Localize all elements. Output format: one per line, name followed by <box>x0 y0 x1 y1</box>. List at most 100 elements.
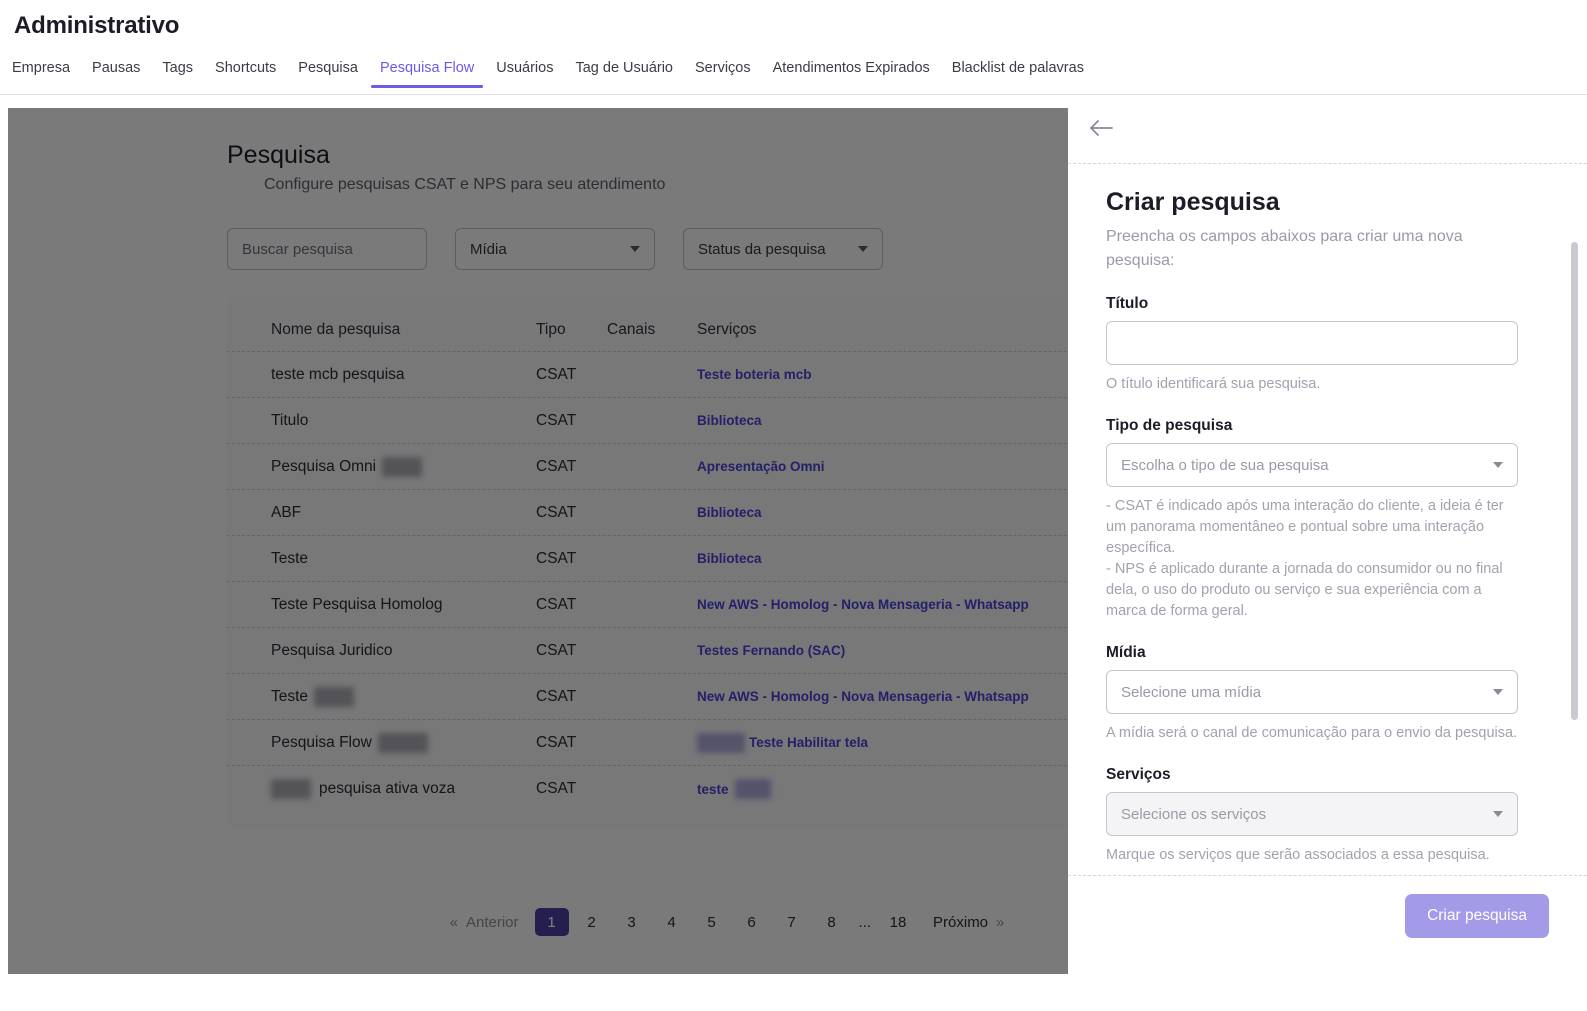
tab-pesquisa-flow[interactable]: Pesquisa Flow <box>369 60 485 88</box>
table-row[interactable]: Titulo CSAT Biblioteca <box>227 398 1068 444</box>
pagination-page-8[interactable]: 8 <box>815 908 849 936</box>
cell-text: Testes Fernando (SAC) <box>697 643 846 658</box>
cell-text: teste mcb pesquisa <box>271 365 405 383</box>
criar-pesquisa-button[interactable]: Criar pesquisa <box>1405 894 1549 938</box>
table-row[interactable]: Teste CSAT Biblioteca <box>227 536 1068 582</box>
table-row[interactable]: Teste CSAT New AWS - Homolog - Nova Mensag… <box>227 674 1068 720</box>
main-tab-bar: Empresa Pausas Tags Shortcuts Pesquisa Pesqui… <box>12 60 1095 88</box>
redacted-text-block <box>314 686 355 707</box>
back-arrow-icon[interactable] <box>1088 117 1114 139</box>
cell-nome-da-pesquisa: Teste Pesquisa Homolog <box>271 596 536 614</box>
redacted-text-block <box>271 779 311 799</box>
cell-nome-da-pesquisa: Teste <box>271 550 536 568</box>
tab-servi-os[interactable]: Serviços <box>684 60 762 88</box>
tab-pausas[interactable]: Pausas <box>81 60 151 88</box>
pagination-page-4[interactable]: 4 <box>655 908 689 936</box>
cell-nome-da-pesquisa: Teste <box>271 686 536 707</box>
cell-servicos[interactable]: Teste boteria mcb <box>697 367 1068 382</box>
pagination-next-chevron-icon[interactable]: » <box>994 914 1006 931</box>
table-row[interactable]: teste mcb pesquisa CSAT Teste boteria mcb <box>227 352 1068 398</box>
filter-bar: Buscar pesquisa Mídia Status da pesquisa <box>227 228 883 270</box>
table-header-row: Nome da pesquisa Tipo Canais Serviços <box>227 308 1068 352</box>
drawer-scrollbar[interactable] <box>1571 242 1578 720</box>
status-filter-select[interactable]: Status da pesquisa <box>683 228 883 270</box>
cell-servicos[interactable]: Biblioteca <box>697 505 1068 520</box>
tab-blacklist-de-palavras[interactable]: Blacklist de palavras <box>941 60 1095 88</box>
cell-nome-da-pesquisa: Titulo <box>271 412 536 430</box>
cell-text: pesquisa ativa voza <box>319 780 456 797</box>
pagination-page-5[interactable]: 5 <box>695 908 729 936</box>
cell-servicos[interactable]: New AWS - Homolog - Nova Mensageria - Wh… <box>697 597 1068 612</box>
chevron-down-icon <box>630 246 640 252</box>
titulo-input[interactable] <box>1106 321 1518 365</box>
cell-servicos[interactable]: Teste Habilitar tela <box>697 732 1068 753</box>
servicos-placeholder: Selecione os serviços <box>1121 805 1267 823</box>
survey-list-page: Pesquisa Configure pesquisas CSAT e NPS … <box>8 108 1068 974</box>
pagination-page-1[interactable]: 1 <box>534 908 569 936</box>
cell-servicos[interactable]: teste <box>697 779 1068 799</box>
tab-tags[interactable]: Tags <box>151 60 204 88</box>
pagination-page-3[interactable]: 3 <box>615 908 649 936</box>
midia-select[interactable]: Selecione uma mídia <box>1106 670 1518 714</box>
tab-empresa[interactable]: Empresa <box>12 60 81 88</box>
cell-servicos[interactable]: New AWS - Homolog - Nova Mensageria - Wh… <box>697 689 1068 704</box>
pagination-ellipsis: ... <box>858 913 872 931</box>
cell-nome-da-pesquisa: pesquisa ativa voza <box>271 779 536 799</box>
tab-pesquisa[interactable]: Pesquisa <box>287 60 369 88</box>
search-placeholder-text: Buscar pesquisa <box>242 240 353 258</box>
cell-text: Pesquisa Omni <box>271 457 377 475</box>
pagination-page-last[interactable]: 18 <box>881 908 915 936</box>
servicos-select[interactable]: Selecione os serviços <box>1106 792 1518 836</box>
tab-atendimentos-expirados[interactable]: Atendimentos Expirados <box>762 60 941 88</box>
tab-shortcuts[interactable]: Shortcuts <box>204 60 287 88</box>
redacted-text-block <box>734 779 771 799</box>
table-row[interactable]: pesquisa ativa voza CSAT teste <box>227 766 1068 812</box>
pagination: « Anterior 1 2 3 4 5 6 7 8... 18 Próximo » <box>227 908 1068 936</box>
media-filter-select[interactable]: Mídia <box>455 228 655 270</box>
create-survey-drawer: Criar pesquisa Preencha os campos abaixo… <box>1068 95 1587 1011</box>
chevron-down-icon <box>1493 689 1503 695</box>
table-row[interactable]: Pesquisa Juridico CSAT Testes Fernando (SA… <box>227 628 1068 674</box>
tipo-de-pesquisa-select[interactable]: Escolha o tipo de sua pesquisa <box>1106 443 1518 487</box>
drawer-title: Criar pesquisa <box>1106 188 1280 216</box>
cell-tipo: CSAT <box>536 549 577 567</box>
drawer-form-scroll-area: Criar pesquisa Preencha os campos abaixo… <box>1068 164 1587 944</box>
table-row[interactable]: Teste Pesquisa Homolog CSAT New AWS - Homo… <box>227 582 1068 628</box>
cell-nome-da-pesquisa: teste mcb pesquisa <box>271 366 536 384</box>
cell-servicos[interactable]: Testes Fernando (SAC) <box>697 643 1068 658</box>
cell-text: Titulo <box>271 411 309 429</box>
tab-usu-rios[interactable]: Usuários <box>485 60 564 88</box>
tipo-de-pesquisa-placeholder: Escolha o tipo de sua pesquisa <box>1121 456 1329 474</box>
table-row[interactable]: Pesquisa Flow CSAT Teste Habilitar tela <box>227 720 1068 766</box>
cell-tipo: CSAT <box>536 687 577 705</box>
pagination-next-button[interactable]: Próximo <box>933 914 988 931</box>
table-row[interactable]: Pesquisa Omni CSAT Apresentação Omni <box>227 444 1068 490</box>
titulo-label: Título <box>1106 295 1149 312</box>
search-input[interactable]: Buscar pesquisa <box>227 228 427 270</box>
cell-text: Teste Habilitar tela <box>749 735 869 750</box>
tab-tag-de-usu-rio[interactable]: Tag de Usuário <box>564 60 684 88</box>
cell-tipo: CSAT <box>536 457 577 475</box>
cell-servicos[interactable]: Apresentação Omni <box>697 459 1068 474</box>
midia-placeholder: Selecione uma mídia <box>1121 683 1262 701</box>
tipo-de-pesquisa-help-text: - CSAT é indicado após uma interação do … <box>1106 498 1504 619</box>
cell-text: Teste <box>271 687 309 705</box>
titulo-help-text: O título identificará sua pesquisa. <box>1106 376 1321 392</box>
cell-servicos[interactable]: Biblioteca <box>697 551 1068 566</box>
cell-text: Teste Pesquisa Homolog <box>271 595 443 613</box>
cell-tipo: CSAT <box>536 411 577 429</box>
table-row[interactable]: ABF CSAT Biblioteca <box>227 490 1068 536</box>
cell-tipo: CSAT <box>536 641 577 659</box>
chevron-down-icon <box>858 246 868 252</box>
drawer-header <box>1068 95 1587 164</box>
pagination-page-6[interactable]: 6 <box>735 908 769 936</box>
redacted-text-block <box>697 732 745 753</box>
pagination-page-2[interactable]: 2 <box>575 908 609 936</box>
section-subtitle: Configure pesquisas CSAT e NPS para seu … <box>264 176 666 193</box>
pagination-page-7[interactable]: 7 <box>775 908 809 936</box>
redacted-text-block <box>382 456 423 477</box>
survey-table: Nome da pesquisa Tipo Canais Serviços te… <box>227 296 1068 828</box>
chevron-down-icon <box>1493 811 1503 817</box>
cell-servicos[interactable]: Biblioteca <box>697 413 1068 428</box>
cell-tipo: CSAT <box>536 733 577 751</box>
